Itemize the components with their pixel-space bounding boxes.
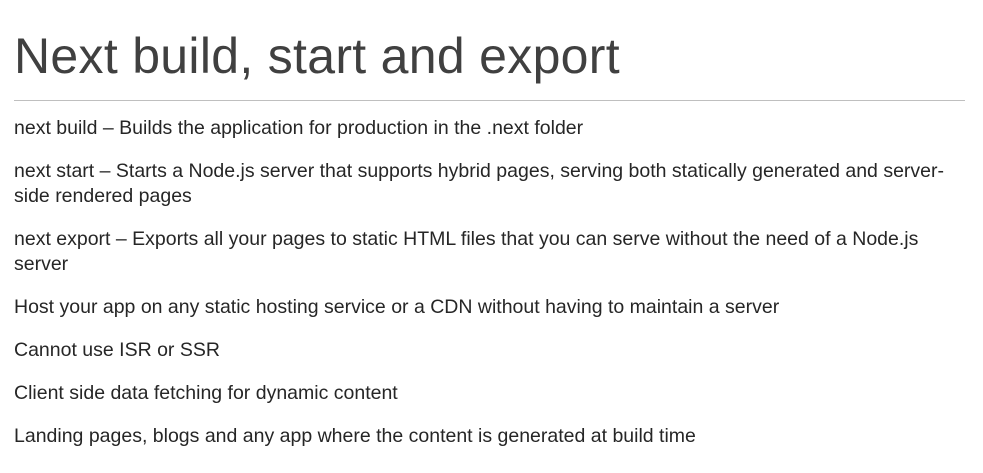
paragraph-next-export: next export – Exports all your pages to …	[14, 227, 969, 277]
paragraph-no-isr-ssr: Cannot use ISR or SSR	[14, 339, 220, 361]
description-next-export: Exports all your pages to static HTML fi…	[14, 228, 919, 275]
slide-title: Next build, start and export	[14, 28, 620, 84]
separator: –	[94, 160, 116, 182]
term-next-export: next export	[14, 228, 111, 250]
description-next-build: Builds the application for production in…	[119, 117, 584, 139]
term-next-start: next start	[14, 160, 95, 182]
paragraph-next-start: next start – Starts a Node.js server tha…	[14, 159, 969, 209]
slide: Next build, start and export next build …	[0, 0, 983, 473]
title-divider	[14, 100, 965, 101]
separator: –	[97, 117, 120, 139]
slide-body: next build – Builds the application for …	[14, 116, 969, 467]
paragraph-static-hosting: Host your app on any static hosting serv…	[14, 296, 780, 318]
separator: –	[110, 228, 133, 250]
paragraph-next-build: next build – Builds the application for …	[14, 116, 969, 141]
paragraph-client-fetching: Client side data fetching for dynamic co…	[14, 382, 398, 404]
description-next-start: Starts a Node.js server that supports hy…	[14, 160, 944, 207]
paragraph-use-cases: Landing pages, blogs and any app where t…	[14, 425, 696, 447]
term-next-build: next build	[14, 117, 98, 139]
